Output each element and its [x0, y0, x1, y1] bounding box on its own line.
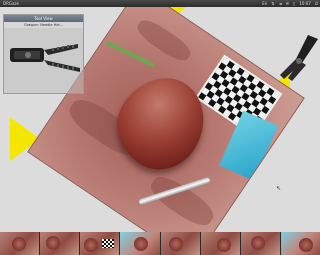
thumbnail[interactable]	[0, 232, 40, 255]
mouse-cursor-icon: ↖	[276, 185, 282, 192]
grasper-tool-right-icon	[280, 35, 318, 81]
thumbnail-strip	[0, 232, 320, 255]
green-instrument	[106, 40, 155, 68]
clock[interactable]: 10:07	[299, 0, 311, 7]
window-title: DRGaze	[3, 1, 19, 6]
thumbnail[interactable]	[240, 232, 280, 255]
tool-view-panel[interactable]: Tool View Grasper: Needle Hdr...	[3, 14, 84, 94]
blue-marker	[218, 110, 279, 181]
volume-icon[interactable]: ◄	[279, 0, 282, 7]
grasper-tool-icon	[10, 44, 80, 72]
thumbnail[interactable]	[80, 232, 120, 255]
system-tray: En ⇅ ◄ ✉ ▯ 10:07 ⏻	[262, 0, 318, 7]
top-menu-bar: DRGaze En ⇅ ◄ ✉ ▯ 10:07 ⏻	[0, 0, 320, 7]
panel-header[interactable]: Tool View	[4, 15, 83, 22]
keyboard-icon[interactable]: En	[262, 0, 267, 7]
heart-specimen	[100, 61, 222, 185]
thumbnail[interactable]	[40, 232, 80, 255]
battery-icon[interactable]: ▯	[293, 0, 295, 7]
network-icon[interactable]: ⇅	[271, 0, 274, 7]
power-icon[interactable]: ⏻	[315, 0, 318, 7]
thumbnail[interactable]	[280, 232, 320, 255]
thumbnail[interactable]	[200, 232, 240, 255]
main-canvas[interactable]: Tool View Grasper: Needle Hdr... ↖	[0, 7, 320, 232]
thumbnail[interactable]	[160, 232, 200, 255]
panel-body	[4, 28, 83, 93]
mail-icon[interactable]: ✉	[286, 0, 289, 7]
thumbnail[interactable]	[120, 232, 160, 255]
